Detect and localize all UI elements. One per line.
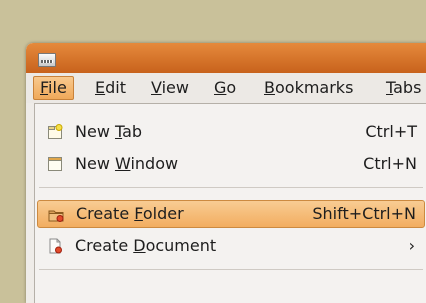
menu-edit[interactable]: Edit: [89, 76, 132, 100]
create-folder-label: Create Folder: [76, 201, 184, 227]
create-folder-shortcut: Shift+Ctrl+N: [312, 204, 416, 223]
create-document-label-suffix: ocument: [145, 236, 217, 255]
title-bar[interactable]: [26, 43, 426, 73]
menu-go[interactable]: Go: [208, 76, 242, 100]
new-window-icon: [48, 157, 62, 171]
document-icon: [49, 238, 62, 254]
new-window-mnemonic: W: [114, 154, 131, 173]
menu-go-mnemonic: G: [214, 78, 227, 97]
menu-item-new-window[interactable]: New Window Ctrl+N: [37, 150, 425, 178]
menu-bookmarks-mnemonic: B: [264, 78, 275, 97]
menu-item-create-folder[interactable]: Create Folder Shift+Ctrl+N: [37, 200, 425, 228]
create-document-label: Create Document: [75, 232, 216, 260]
new-tab-icon: [48, 124, 63, 139]
new-tab-label-suffix: ab: [122, 122, 143, 141]
menu-item-create-document[interactable]: Create Document ›: [37, 232, 425, 260]
menu-view[interactable]: View: [145, 76, 195, 100]
file-manager-window: File Edit View Go Bookmarks Tabs New Tab…: [26, 43, 426, 303]
menu-separator-bottom: [39, 269, 423, 270]
new-window-label-prefix: New: [75, 154, 115, 173]
new-tab-label-prefix: New: [75, 122, 115, 141]
menu-separator: [39, 187, 423, 188]
menu-item-new-tab[interactable]: New Tab Ctrl+T: [37, 118, 425, 146]
menu-bookmarks[interactable]: Bookmarks: [258, 76, 359, 100]
window-menu-icon[interactable]: [38, 53, 56, 67]
submenu-chevron-right-icon: ›: [408, 236, 415, 255]
create-folder-label-suffix: older: [142, 204, 184, 223]
new-tab-label: New Tab: [75, 118, 142, 146]
folder-icon: [48, 210, 64, 222]
create-folder-mnemonic: F: [134, 204, 143, 223]
menu-tabs-label: abs: [393, 78, 422, 97]
new-window-shortcut: Ctrl+N: [363, 154, 417, 173]
menu-tabs[interactable]: Tabs: [380, 76, 426, 100]
menu-go-label: o: [226, 78, 237, 97]
menu-file-mnemonic: F: [40, 78, 49, 97]
new-window-label-suffix: indow: [130, 154, 179, 173]
create-document-label-prefix: Create: [75, 236, 134, 255]
new-tab-shortcut: Ctrl+T: [365, 122, 417, 141]
menu-view-mnemonic: V: [151, 78, 162, 97]
menu-file-label: ile: [48, 78, 67, 97]
file-menu-dropdown: New Tab Ctrl+T New Window Ctrl+N Create …: [34, 103, 426, 303]
menu-bookmarks-label: ookmarks: [274, 78, 354, 97]
menu-view-label: iew: [161, 78, 189, 97]
menu-edit-label: dit: [105, 78, 126, 97]
create-document-mnemonic: D: [133, 236, 146, 255]
new-window-label: New Window: [75, 150, 178, 178]
menu-file[interactable]: File: [33, 76, 74, 100]
create-folder-label-prefix: Create: [76, 204, 135, 223]
menu-bar: File Edit View Go Bookmarks Tabs: [26, 73, 426, 103]
menu-edit-mnemonic: E: [95, 78, 106, 97]
